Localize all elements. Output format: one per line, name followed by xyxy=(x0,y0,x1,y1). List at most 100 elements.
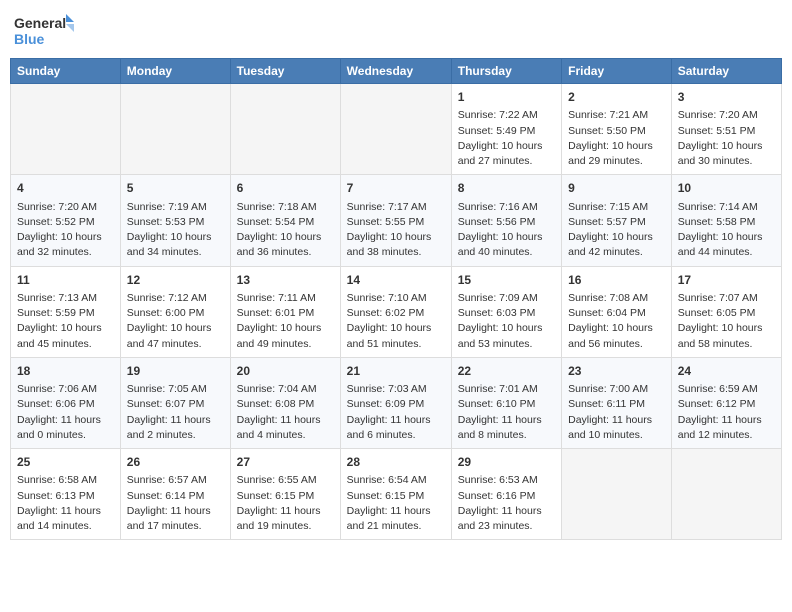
day-info: Sunrise: 7:20 AM Sunset: 5:51 PM Dayligh… xyxy=(678,108,775,169)
day-cell: 17 Sunrise: 7:07 AM Sunset: 6:05 PM Dayli… xyxy=(671,266,781,357)
day-info: Sunrise: 7:01 AM Sunset: 6:10 PM Dayligh… xyxy=(458,382,555,443)
day-cell xyxy=(230,84,340,175)
day-number: 11 xyxy=(17,272,114,289)
day-cell: 22 Sunrise: 7:01 AM Sunset: 6:10 PM Dayli… xyxy=(451,357,561,448)
day-number: 27 xyxy=(237,454,334,471)
day-cell: 13 Sunrise: 7:11 AM Sunset: 6:01 PM Dayli… xyxy=(230,266,340,357)
week-row-5: 25 Sunrise: 6:58 AM Sunset: 6:13 PM Dayli… xyxy=(11,449,782,540)
header: General Blue xyxy=(10,10,782,50)
day-info: Sunrise: 7:00 AM Sunset: 6:11 PM Dayligh… xyxy=(568,382,665,443)
day-number: 13 xyxy=(237,272,334,289)
day-number: 16 xyxy=(568,272,665,289)
day-number: 9 xyxy=(568,180,665,197)
day-info: Sunrise: 7:19 AM Sunset: 5:53 PM Dayligh… xyxy=(127,200,224,261)
day-number: 17 xyxy=(678,272,775,289)
day-cell xyxy=(11,84,121,175)
day-cell: 2 Sunrise: 7:21 AM Sunset: 5:50 PM Daylig… xyxy=(562,84,672,175)
header-cell-tuesday: Tuesday xyxy=(230,59,340,84)
day-info: Sunrise: 7:10 AM Sunset: 6:02 PM Dayligh… xyxy=(347,291,445,352)
header-cell-saturday: Saturday xyxy=(671,59,781,84)
day-number: 12 xyxy=(127,272,224,289)
day-number: 28 xyxy=(347,454,445,471)
day-number: 3 xyxy=(678,89,775,106)
day-cell: 14 Sunrise: 7:10 AM Sunset: 6:02 PM Dayli… xyxy=(340,266,451,357)
day-info: Sunrise: 7:06 AM Sunset: 6:06 PM Dayligh… xyxy=(17,382,114,443)
day-number: 15 xyxy=(458,272,555,289)
day-info: Sunrise: 6:58 AM Sunset: 6:13 PM Dayligh… xyxy=(17,473,114,534)
day-info: Sunrise: 7:14 AM Sunset: 5:58 PM Dayligh… xyxy=(678,200,775,261)
day-info: Sunrise: 6:54 AM Sunset: 6:15 PM Dayligh… xyxy=(347,473,445,534)
day-number: 24 xyxy=(678,363,775,380)
day-info: Sunrise: 7:17 AM Sunset: 5:55 PM Dayligh… xyxy=(347,200,445,261)
day-cell xyxy=(120,84,230,175)
header-cell-sunday: Sunday xyxy=(11,59,121,84)
week-row-3: 11 Sunrise: 7:13 AM Sunset: 5:59 PM Dayli… xyxy=(11,266,782,357)
day-cell: 18 Sunrise: 7:06 AM Sunset: 6:06 PM Dayli… xyxy=(11,357,121,448)
day-info: Sunrise: 7:04 AM Sunset: 6:08 PM Dayligh… xyxy=(237,382,334,443)
day-cell: 8 Sunrise: 7:16 AM Sunset: 5:56 PM Daylig… xyxy=(451,175,561,266)
day-info: Sunrise: 7:08 AM Sunset: 6:04 PM Dayligh… xyxy=(568,291,665,352)
day-info: Sunrise: 7:07 AM Sunset: 6:05 PM Dayligh… xyxy=(678,291,775,352)
day-cell: 23 Sunrise: 7:00 AM Sunset: 6:11 PM Dayli… xyxy=(562,357,672,448)
day-cell: 10 Sunrise: 7:14 AM Sunset: 5:58 PM Dayli… xyxy=(671,175,781,266)
day-number: 25 xyxy=(17,454,114,471)
week-row-2: 4Sunrise: 7:20 AM Sunset: 5:52 PM Daylig… xyxy=(11,175,782,266)
svg-text:Blue: Blue xyxy=(14,31,45,47)
day-number: 22 xyxy=(458,363,555,380)
week-row-1: 1 Sunrise: 7:22 AM Sunset: 5:49 PM Daylig… xyxy=(11,84,782,175)
day-cell: 3 Sunrise: 7:20 AM Sunset: 5:51 PM Daylig… xyxy=(671,84,781,175)
week-row-4: 18 Sunrise: 7:06 AM Sunset: 6:06 PM Dayli… xyxy=(11,357,782,448)
header-cell-thursday: Thursday xyxy=(451,59,561,84)
day-cell xyxy=(671,449,781,540)
day-info: Sunrise: 7:20 AM Sunset: 5:52 PM Dayligh… xyxy=(17,200,114,261)
day-info: Sunrise: 7:15 AM Sunset: 5:57 PM Dayligh… xyxy=(568,200,665,261)
day-cell: 21 Sunrise: 7:03 AM Sunset: 6:09 PM Dayli… xyxy=(340,357,451,448)
day-number: 19 xyxy=(127,363,224,380)
day-number: 21 xyxy=(347,363,445,380)
day-cell: 26 Sunrise: 6:57 AM Sunset: 6:14 PM Dayli… xyxy=(120,449,230,540)
day-info: Sunrise: 7:13 AM Sunset: 5:59 PM Dayligh… xyxy=(17,291,114,352)
day-cell: 7Sunrise: 7:17 AM Sunset: 5:55 PM Daylig… xyxy=(340,175,451,266)
day-cell: 15Sunrise: 7:09 AM Sunset: 6:03 PM Dayli… xyxy=(451,266,561,357)
day-cell: 19 Sunrise: 7:05 AM Sunset: 6:07 PM Dayli… xyxy=(120,357,230,448)
day-number: 20 xyxy=(237,363,334,380)
day-info: Sunrise: 7:03 AM Sunset: 6:09 PM Dayligh… xyxy=(347,382,445,443)
logo: General Blue xyxy=(14,10,74,50)
day-number: 1 xyxy=(458,89,555,106)
calendar-header: SundayMondayTuesdayWednesdayThursdayFrid… xyxy=(11,59,782,84)
day-cell xyxy=(562,449,672,540)
day-cell: 25 Sunrise: 6:58 AM Sunset: 6:13 PM Dayli… xyxy=(11,449,121,540)
day-cell: 9 Sunrise: 7:15 AM Sunset: 5:57 PM Daylig… xyxy=(562,175,672,266)
day-info: Sunrise: 6:57 AM Sunset: 6:14 PM Dayligh… xyxy=(127,473,224,534)
day-info: Sunrise: 7:22 AM Sunset: 5:49 PM Dayligh… xyxy=(458,108,555,169)
day-info: Sunrise: 7:21 AM Sunset: 5:50 PM Dayligh… xyxy=(568,108,665,169)
day-number: 23 xyxy=(568,363,665,380)
day-cell: 4Sunrise: 7:20 AM Sunset: 5:52 PM Daylig… xyxy=(11,175,121,266)
day-cell: 11 Sunrise: 7:13 AM Sunset: 5:59 PM Dayli… xyxy=(11,266,121,357)
day-info: Sunrise: 7:18 AM Sunset: 5:54 PM Dayligh… xyxy=(237,200,334,261)
day-number: 18 xyxy=(17,363,114,380)
header-cell-monday: Monday xyxy=(120,59,230,84)
logo-svg: General Blue xyxy=(14,10,74,50)
calendar-body: 1 Sunrise: 7:22 AM Sunset: 5:49 PM Daylig… xyxy=(11,84,782,540)
calendar-table: SundayMondayTuesdayWednesdayThursdayFrid… xyxy=(10,58,782,540)
day-cell: 5 Sunrise: 7:19 AM Sunset: 5:53 PM Daylig… xyxy=(120,175,230,266)
day-info: Sunrise: 7:11 AM Sunset: 6:01 PM Dayligh… xyxy=(237,291,334,352)
day-info: Sunrise: 7:05 AM Sunset: 6:07 PM Dayligh… xyxy=(127,382,224,443)
day-info: Sunrise: 7:12 AM Sunset: 6:00 PM Dayligh… xyxy=(127,291,224,352)
day-number: 10 xyxy=(678,180,775,197)
day-number: 8 xyxy=(458,180,555,197)
day-cell: 29Sunrise: 6:53 AM Sunset: 6:16 PM Dayli… xyxy=(451,449,561,540)
day-cell: 24 Sunrise: 6:59 AM Sunset: 6:12 PM Dayli… xyxy=(671,357,781,448)
day-number: 2 xyxy=(568,89,665,106)
day-number: 5 xyxy=(127,180,224,197)
day-info: Sunrise: 6:59 AM Sunset: 6:12 PM Dayligh… xyxy=(678,382,775,443)
day-cell xyxy=(340,84,451,175)
day-info: Sunrise: 6:55 AM Sunset: 6:15 PM Dayligh… xyxy=(237,473,334,534)
day-number: 14 xyxy=(347,272,445,289)
day-number: 26 xyxy=(127,454,224,471)
day-info: Sunrise: 7:16 AM Sunset: 5:56 PM Dayligh… xyxy=(458,200,555,261)
day-cell: 12 Sunrise: 7:12 AM Sunset: 6:00 PM Dayli… xyxy=(120,266,230,357)
header-cell-wednesday: Wednesday xyxy=(340,59,451,84)
day-cell: 28 Sunrise: 6:54 AM Sunset: 6:15 PM Dayli… xyxy=(340,449,451,540)
